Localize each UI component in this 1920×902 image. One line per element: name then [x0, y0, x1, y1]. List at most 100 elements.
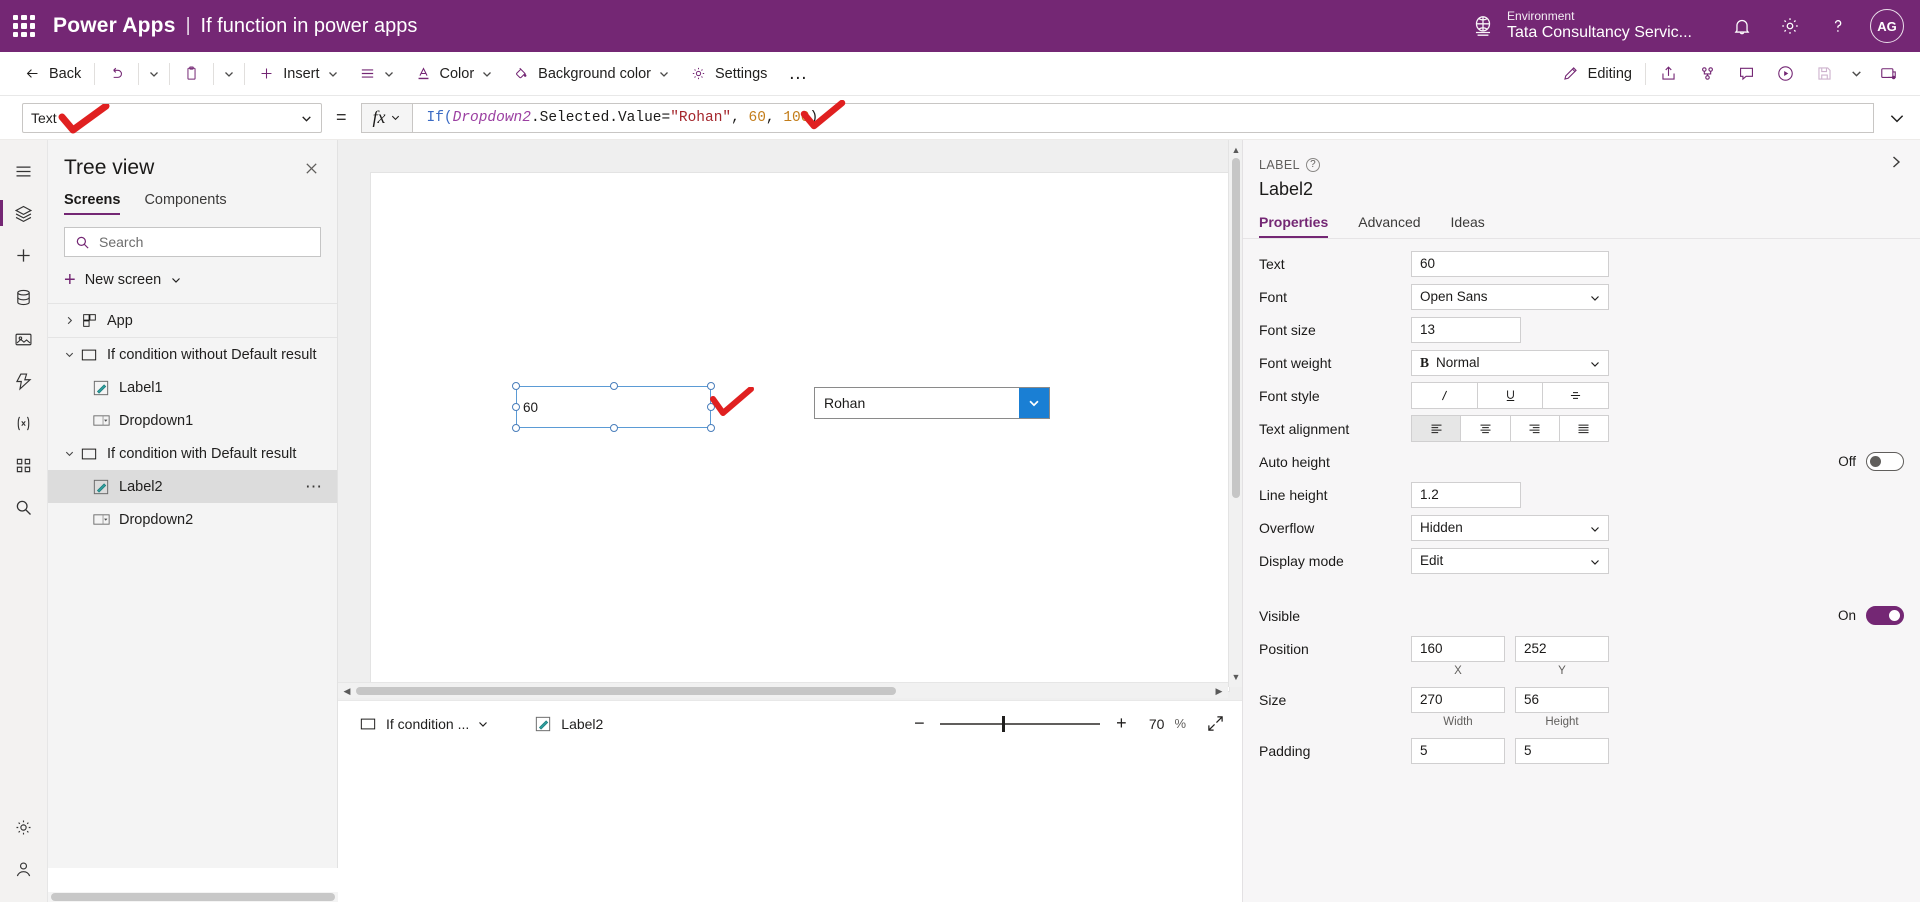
tab-advanced[interactable]: Advanced [1358, 214, 1420, 238]
background-color-button[interactable]: Background color [504, 56, 679, 92]
font-select[interactable]: Open Sans [1411, 283, 1609, 310]
resize-handle-ne[interactable] [707, 382, 715, 390]
align-justify-button[interactable] [1558, 415, 1609, 442]
tree-node-screen-if-condition-with-default-result[interactable]: If condition with Default result [48, 437, 337, 470]
canvas-vertical-scrollbar[interactable]: ▲ ▼ [1228, 140, 1242, 687]
app-checker-button[interactable] [1689, 56, 1726, 92]
overflow-menu-button[interactable]: … [777, 63, 820, 85]
display-mode-select[interactable]: Edit [1411, 547, 1609, 574]
zoom-out-button[interactable]: − [908, 713, 930, 734]
waffle-grid-icon[interactable] [13, 15, 35, 37]
bell-icon[interactable] [1718, 0, 1766, 52]
resize-handle-nw[interactable] [512, 382, 520, 390]
text-field[interactable]: 60 [1411, 250, 1609, 277]
zoom-in-button[interactable]: + [1110, 713, 1132, 734]
canvas-horizontal-scrollbar[interactable]: ◀ ▶ [338, 682, 1228, 698]
underline-button[interactable] [1476, 382, 1544, 409]
scrollbar-thumb[interactable] [356, 687, 896, 695]
tab-components[interactable]: Components [144, 192, 226, 215]
tree-horizontal-scrollbar[interactable] [48, 892, 338, 902]
chevron-down-icon[interactable] [60, 448, 78, 459]
size-width-field[interactable]: 270 [1411, 686, 1505, 713]
publish-button[interactable] [1870, 56, 1907, 92]
formula-bar-collapse-button[interactable] [1874, 109, 1920, 127]
app-checker-icon[interactable] [0, 444, 48, 486]
back-button[interactable]: Back [15, 56, 90, 92]
breadcrumb-control[interactable]: Label2 [527, 716, 609, 732]
align-right-button[interactable] [1509, 415, 1560, 442]
paste-dropdown[interactable] [218, 56, 240, 92]
align-center-button[interactable] [1460, 415, 1511, 442]
scrollbar-thumb[interactable] [1232, 158, 1240, 498]
tab-properties[interactable]: Properties [1259, 214, 1329, 238]
share-button[interactable] [1650, 56, 1687, 92]
question-mark-icon[interactable] [1814, 0, 1862, 52]
chevron-down-icon[interactable] [60, 349, 78, 360]
paste-button[interactable] [174, 56, 209, 92]
position-y-field[interactable]: 252 [1515, 635, 1609, 662]
tree-node-more-menu[interactable]: ⋯ [305, 477, 323, 497]
tab-screens[interactable]: Screens [64, 192, 121, 215]
power-automate-icon[interactable] [0, 360, 48, 402]
undo-button[interactable] [99, 56, 134, 92]
zoom-slider[interactable] [940, 715, 1101, 733]
color-button[interactable]: Color [406, 56, 503, 92]
strikethrough-button[interactable] [1542, 382, 1610, 409]
tree-node-screen-if-condition-without-default-result[interactable]: If condition without Default result [48, 338, 337, 371]
avatar[interactable]: AG [1870, 9, 1904, 43]
scrollbar-thumb[interactable] [51, 893, 335, 901]
close-icon[interactable] [299, 156, 323, 180]
editing-mode-button[interactable]: Editing [1552, 56, 1641, 92]
scroll-up-arrow-icon[interactable]: ▲ [1229, 142, 1242, 158]
formula-input[interactable]: If(Dropdown2.Selected.Value="Rohan", 60,… [412, 102, 1874, 133]
position-x-field[interactable]: 160 [1411, 635, 1505, 662]
chevron-down-icon[interactable] [1019, 388, 1049, 418]
settings-gear-icon[interactable] [0, 806, 48, 848]
visible-toggle[interactable] [1866, 606, 1904, 625]
auto-height-toggle[interactable] [1866, 452, 1904, 471]
preview-play-button[interactable] [1767, 56, 1804, 92]
overflow-select[interactable]: Hidden [1411, 514, 1609, 541]
expand-fullscreen-icon[interactable] [1202, 715, 1228, 732]
tree-node-label1[interactable]: Label1 [48, 371, 337, 404]
property-selector[interactable]: Text [22, 102, 322, 133]
line-height-field[interactable]: 1.2 [1411, 481, 1521, 508]
resize-handle-s[interactable] [609, 424, 618, 432]
save-dropdown[interactable] [1845, 56, 1868, 92]
variables-icon[interactable] [0, 402, 48, 444]
font-weight-select[interactable]: B Normal [1411, 349, 1609, 376]
padding-b-field[interactable]: 5 [1515, 737, 1609, 764]
font-size-field[interactable]: 13 [1411, 316, 1521, 343]
tree-node-label2[interactable]: Label2 ⋯ [48, 470, 337, 503]
search-icon[interactable] [0, 486, 48, 528]
save-button[interactable] [1806, 56, 1843, 92]
account-icon[interactable] [0, 848, 48, 890]
canvas-dropdown2[interactable]: Rohan [814, 387, 1050, 419]
resize-handle-n[interactable] [609, 382, 618, 390]
size-height-field[interactable]: 56 [1515, 686, 1609, 713]
resize-handle-sw[interactable] [512, 424, 520, 432]
resize-handle-w[interactable] [512, 403, 520, 411]
media-icon[interactable] [0, 318, 48, 360]
scroll-left-arrow-icon[interactable]: ◀ [340, 683, 354, 699]
resize-handle-se[interactable] [707, 424, 715, 432]
zoom-slider-knob[interactable] [1002, 715, 1006, 732]
environment-switcher[interactable]: Environment Tata Consultancy Servic... [1470, 9, 1692, 42]
data-sources-icon[interactable] [0, 276, 48, 318]
comment-button[interactable] [1728, 56, 1765, 92]
tree-node-app[interactable]: App [48, 304, 337, 337]
tab-ideas[interactable]: Ideas [1451, 214, 1485, 238]
chevron-right-icon[interactable] [1888, 154, 1904, 175]
hamburger-menu-icon[interactable] [0, 150, 48, 192]
align-button[interactable] [350, 56, 404, 92]
tree-view-layers-icon[interactable] [0, 192, 48, 234]
insert-plus-icon[interactable] [0, 234, 48, 276]
gear-icon[interactable] [1766, 0, 1814, 52]
breadcrumb-screen[interactable]: If condition ... [352, 716, 495, 732]
insert-button[interactable]: Insert [249, 56, 347, 92]
italic-button[interactable] [1411, 382, 1478, 409]
chevron-right-icon[interactable] [60, 315, 78, 326]
padding-a-field[interactable]: 5 [1411, 737, 1505, 764]
help-question-icon[interactable]: ? [1305, 157, 1320, 172]
fx-button[interactable]: fx [360, 102, 413, 133]
